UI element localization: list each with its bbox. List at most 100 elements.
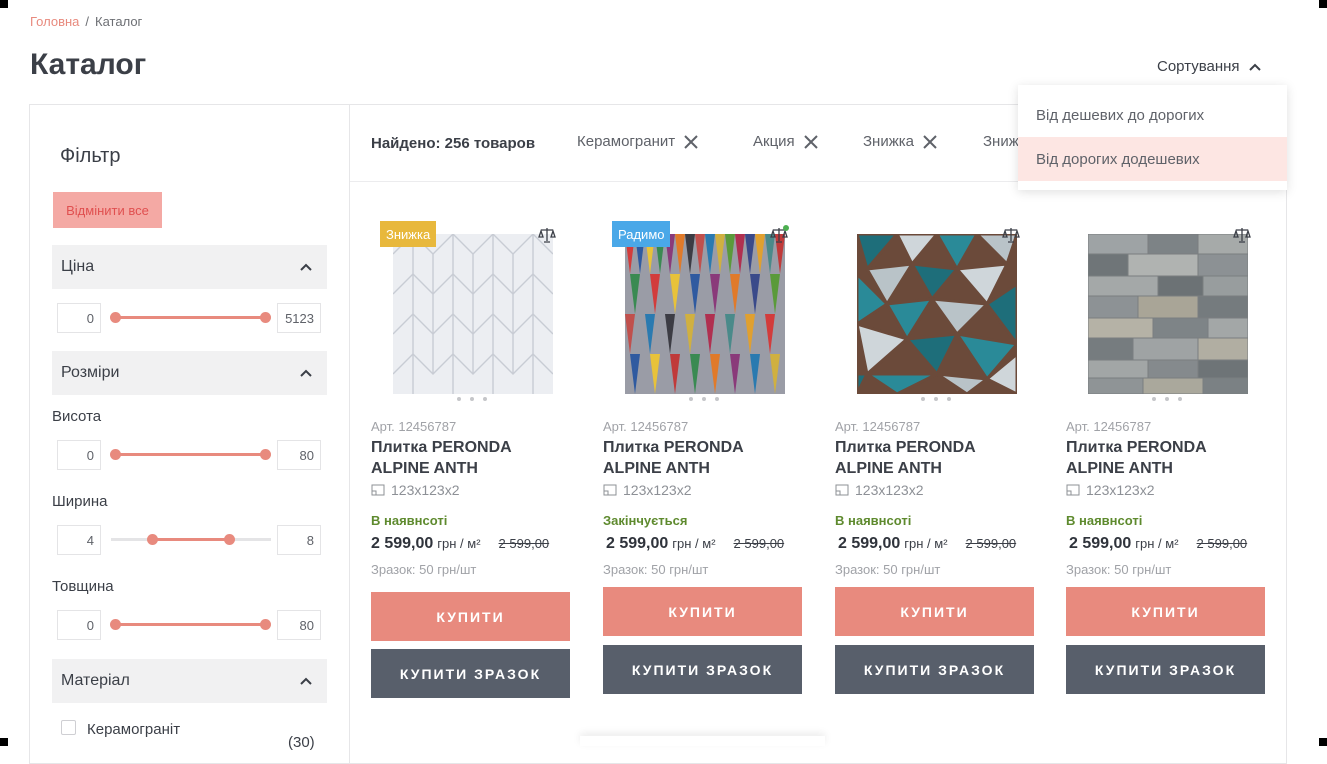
sample-price: Зразок: 50 грн/шт — [603, 562, 709, 577]
filter-chip[interactable]: Акция — [753, 133, 819, 150]
buy-button[interactable]: КУПИТИ — [371, 592, 570, 641]
product-name[interactable]: Плитка PERONDA ALPINE ANTH — [835, 437, 1025, 479]
sample-price: Зразок: 50 грн/шт — [371, 562, 477, 577]
product-image[interactable] — [1088, 234, 1248, 394]
image-pagination-dots[interactable] — [457, 397, 487, 403]
filter-chip[interactable]: Зниж — [983, 133, 1019, 150]
product-badge: Радимо — [612, 221, 671, 247]
size-icon — [1066, 484, 1080, 496]
material-option-count: (30) — [288, 734, 315, 751]
buy-sample-button[interactable]: КУПИТИ ЗРАЗОК — [371, 649, 570, 698]
image-pagination-dots[interactable] — [689, 397, 719, 403]
filter-title: Фільтр — [60, 145, 121, 167]
sort-option-cheap-first[interactable]: Від дешевих до дорогих — [1018, 93, 1287, 137]
product-image[interactable] — [393, 234, 553, 394]
reset-filters-button[interactable]: Відмінити все — [53, 192, 162, 228]
scales-icon[interactable] — [537, 225, 557, 245]
breadcrumb-separator: / — [85, 14, 90, 29]
product-dimensions: 123х123х2 — [603, 482, 692, 498]
price-max-input[interactable]: 5123 — [277, 303, 321, 333]
thickness-slider-range — [116, 623, 266, 626]
accordion-material[interactable]: Матеріал — [52, 659, 327, 703]
product-image[interactable] — [625, 234, 785, 394]
results-count: Найдено: 256 товаров — [371, 135, 536, 152]
product-dimensions: 123х123х2 — [835, 482, 924, 498]
buy-button[interactable]: КУПИТИ — [1066, 587, 1265, 636]
size-icon — [603, 484, 617, 496]
product-card[interactable] — [835, 212, 1035, 412]
price-min-input[interactable]: 0 — [57, 303, 101, 333]
width-slider-max-handle[interactable] — [224, 534, 235, 545]
product-name[interactable]: Плитка PERONDA ALPINE ANTH — [371, 437, 561, 479]
buy-sample-button[interactable]: КУПИТИ ЗРАЗОК — [1066, 645, 1265, 694]
accordion-price-title: Ціна — [61, 258, 95, 275]
sample-price: Зразок: 50 грн/шт — [835, 562, 941, 577]
thickness-max-input[interactable]: 80 — [277, 610, 321, 640]
price-slider-max-handle[interactable] — [260, 312, 271, 323]
buy-button[interactable]: КУПИТИ — [603, 587, 802, 636]
product-dimensions: 123х123х2 — [1066, 482, 1155, 498]
height-min-input[interactable]: 0 — [57, 440, 101, 470]
product-price: 2 599,00 грн / м² 2 599,00 — [1069, 535, 1248, 552]
image-pagination-dots[interactable] — [1152, 397, 1182, 403]
product-price: 2 599,00 грн / м² 2 599,00 — [838, 535, 1017, 552]
height-slider-max-handle[interactable] — [260, 449, 271, 460]
height-max-input[interactable]: 80 — [277, 440, 321, 470]
filter-chip[interactable]: Знижка — [863, 133, 938, 150]
product-name[interactable]: Плитка PERONDA ALPINE ANTH — [603, 437, 793, 479]
product-article: Арт. 12456787 — [1066, 419, 1152, 434]
buy-sample-button[interactable]: КУПИТИ ЗРАЗОК — [603, 645, 802, 694]
product-card[interactable]: Знижка — [371, 212, 571, 412]
thickness-slider-min-handle[interactable] — [110, 619, 121, 630]
product-price: 2 599,00 грн / м² 2 599,00 — [606, 535, 785, 552]
scales-icon[interactable] — [1001, 225, 1021, 245]
breadcrumb-home[interactable]: Головна — [30, 14, 79, 29]
buy-sample-button[interactable]: КУПИТИ ЗРАЗОК — [835, 645, 1034, 694]
buy-button[interactable]: КУПИТИ — [835, 587, 1034, 636]
product-article: Арт. 12456787 — [371, 419, 457, 434]
width-slider-range — [153, 538, 229, 541]
accordion-sizes[interactable]: Розміри — [52, 351, 327, 395]
thickness-label: Товщина — [52, 578, 114, 595]
accordion-sizes-title: Розміри — [61, 364, 120, 381]
width-max-input[interactable]: 8 — [277, 525, 321, 555]
product-dimensions: 123х123х2 — [371, 482, 460, 498]
height-slider-min-handle[interactable] — [110, 449, 121, 460]
filter-chip[interactable]: Керамогранит — [577, 133, 699, 150]
product-image[interactable] — [857, 234, 1017, 394]
product-badge: Знижка — [380, 221, 437, 247]
price-slider-range — [116, 316, 266, 319]
stock-status: Закінчується — [603, 513, 688, 528]
product-card[interactable]: Радимо — [603, 212, 803, 412]
scales-icon[interactable] — [1232, 225, 1252, 245]
height-label: Висота — [52, 408, 102, 425]
product-article: Арт. 12456787 — [835, 419, 921, 434]
size-icon — [371, 484, 385, 496]
product-card[interactable] — [1066, 212, 1266, 412]
close-icon[interactable] — [803, 134, 819, 150]
sort-toggle[interactable]: Сортування — [1157, 58, 1262, 75]
sort-option-expensive-first[interactable]: Від дорогих додешевих — [1018, 137, 1287, 181]
width-slider-min-handle[interactable] — [147, 534, 158, 545]
chevron-up-icon — [300, 369, 312, 377]
material-checkbox[interactable] — [61, 720, 76, 735]
width-min-input[interactable]: 4 — [57, 525, 101, 555]
filter-chip-label: Зниж — [983, 133, 1019, 150]
corner-mark — [1319, 0, 1327, 8]
close-icon[interactable] — [922, 134, 938, 150]
image-pagination-dots[interactable] — [921, 397, 951, 403]
chevron-up-icon — [1248, 63, 1261, 71]
product-name[interactable]: Плитка PERONDA ALPINE ANTH — [1066, 437, 1256, 479]
corner-mark — [1319, 738, 1327, 746]
scales-icon[interactable] — [769, 225, 789, 245]
sort-dropdown: Від дешевих до дорогих Від дорогих додеш… — [1018, 85, 1287, 190]
thickness-min-input[interactable]: 0 — [57, 610, 101, 640]
price-slider-min-handle[interactable] — [110, 312, 121, 323]
stock-status: В наявнсоті — [835, 513, 912, 528]
thickness-slider-max-handle[interactable] — [260, 619, 271, 630]
close-icon[interactable] — [683, 134, 699, 150]
page-title: Каталог — [30, 48, 147, 81]
accordion-price[interactable]: Ціна — [52, 245, 327, 289]
width-label: Ширина — [52, 493, 108, 510]
chevron-up-icon — [300, 677, 312, 685]
